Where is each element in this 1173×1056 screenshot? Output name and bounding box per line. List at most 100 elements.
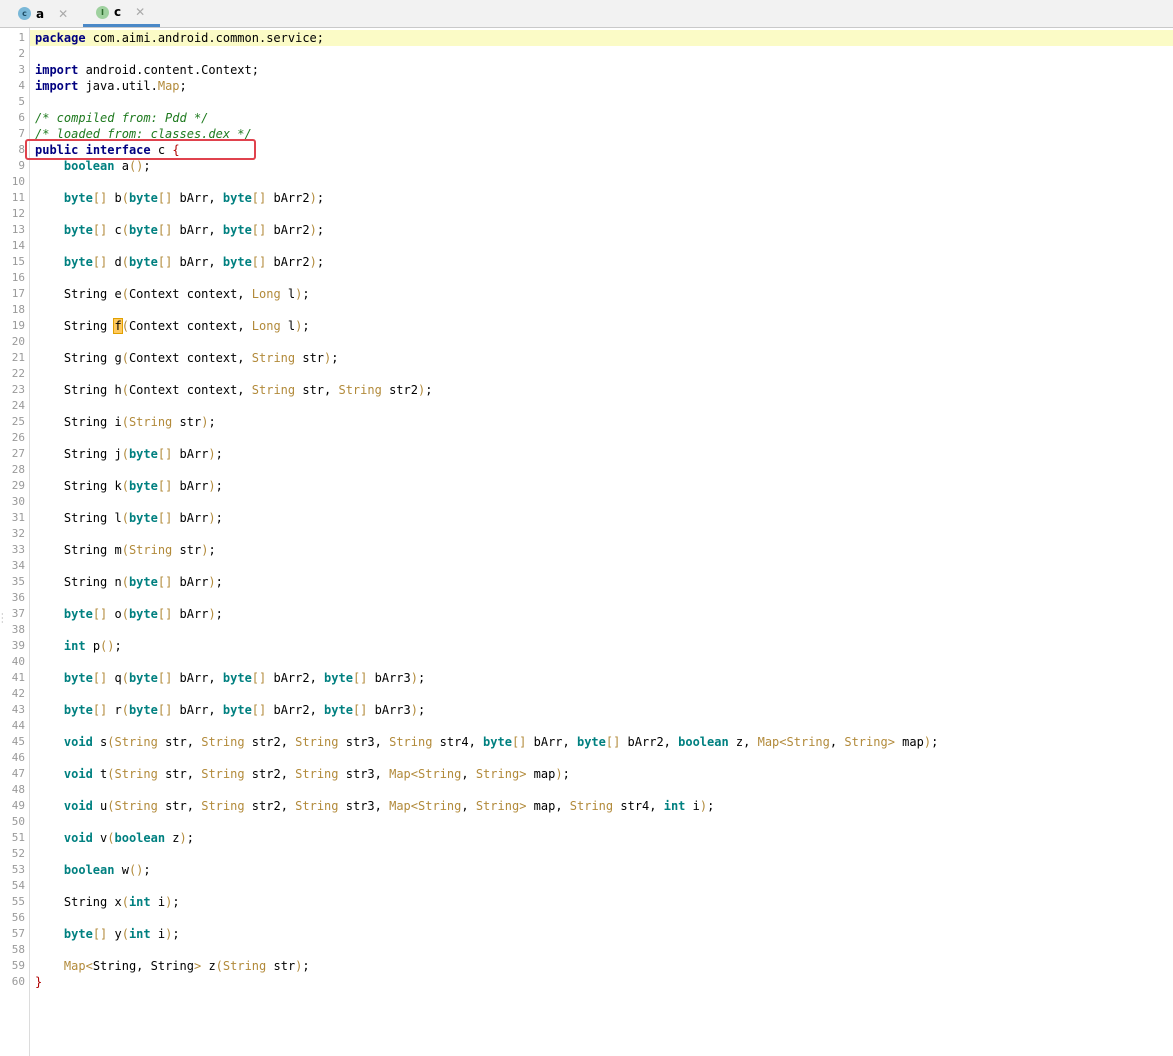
- tab-c-label: c: [114, 5, 122, 19]
- line-number: 21: [11, 351, 25, 364]
- tab-a-label: a: [36, 6, 45, 21]
- line-number: 57: [11, 927, 25, 940]
- code-line: String f(Context context, Long l);: [35, 318, 310, 334]
- line-number: 28: [11, 463, 25, 476]
- close-icon[interactable]: ✕: [58, 7, 68, 21]
- code-line: String x(int i);: [35, 895, 180, 909]
- line-number: 36: [11, 591, 25, 604]
- line-number: 19: [11, 319, 25, 332]
- line-number: 33: [11, 543, 25, 556]
- code-line: byte[] r(byte[] bArr, byte[] bArr2, byte…: [63, 703, 426, 717]
- line-number: 35: [11, 575, 25, 588]
- line-number: 1: [18, 31, 25, 44]
- line-number: 17: [11, 287, 25, 300]
- code-line: String i(String str);: [35, 415, 216, 429]
- code-line: int p();: [63, 639, 122, 653]
- line-number: 18: [11, 303, 25, 316]
- line-number: 20: [11, 335, 25, 348]
- line-number: 23: [11, 383, 25, 396]
- line-number: 34: [11, 559, 25, 572]
- code-line: String h(Context context, String str, St…: [35, 383, 433, 397]
- line-number: 54: [11, 879, 25, 892]
- line-number: 30: [11, 495, 25, 508]
- line-number: 50: [11, 815, 25, 828]
- code-line: byte[] b(byte[] bArr, byte[] bArr2);: [63, 191, 325, 205]
- code-line: void t(String str, String str2, String s…: [63, 767, 570, 781]
- line-number: 25: [11, 415, 25, 428]
- code-line: byte[] q(byte[] bArr, byte[] bArr2, byte…: [63, 671, 426, 685]
- line-number: 37: [11, 607, 25, 620]
- editor-tab-bar: c a ✕ I c ✕: [0, 0, 1173, 28]
- line-number: 48: [11, 783, 25, 796]
- code-line: String k(byte[] bArr);: [35, 479, 223, 493]
- line-number: 7: [18, 127, 25, 140]
- code-line: void u(String str, String str2, String s…: [63, 799, 715, 813]
- code-line: byte[] c(byte[] bArr, byte[] bArr2);: [63, 223, 325, 237]
- line-number: 60: [11, 975, 25, 988]
- code-line: String l(byte[] bArr);: [35, 511, 223, 525]
- line-number: 42: [11, 687, 25, 700]
- code-line: String g(Context context, String str);: [35, 351, 339, 365]
- line-number-gutter: 1 2 3 4 5 6 7 8 9 10 11 12 13 14 15 16 17 18 19 20 21 22 23 24 2…: [0, 28, 30, 1056]
- line-number: 49: [11, 799, 25, 812]
- line-number: 39: [11, 639, 25, 652]
- code-line: import java.util.Map;: [35, 79, 187, 93]
- code-line: void v(boolean z);: [63, 831, 194, 845]
- line-number: 2: [18, 47, 25, 60]
- tab-a[interactable]: c a ✕: [18, 0, 88, 27]
- line-number: 47: [11, 767, 25, 780]
- line-number: 58: [11, 943, 25, 956]
- line-number: 52: [11, 847, 25, 860]
- line-number: 15: [11, 255, 25, 268]
- code-line: Map<String, String> z(String str);: [63, 959, 310, 973]
- line-number: 11: [11, 191, 25, 204]
- line-number: 59: [11, 959, 25, 972]
- code-line: boolean a();: [63, 159, 151, 173]
- line-number: 5: [18, 95, 25, 108]
- line-number: 3: [18, 63, 25, 76]
- code-line: String m(String str);: [35, 543, 216, 557]
- line-number: 29: [11, 479, 25, 492]
- line-number: 22: [11, 367, 25, 380]
- line-number: 46: [11, 751, 25, 764]
- class-icon: c: [18, 7, 31, 20]
- line-number: 12: [11, 207, 25, 220]
- code-line: byte[] y(int i);: [63, 927, 180, 941]
- code-line: void s(String str, String str2, String s…: [63, 735, 939, 749]
- code-line: package com.aimi.android.common.service;: [35, 31, 324, 45]
- code-line: byte[] o(byte[] bArr);: [63, 607, 223, 621]
- code-line: }: [35, 975, 43, 989]
- line-number: 32: [11, 527, 25, 540]
- line-number: 51: [11, 831, 25, 844]
- splitter-handle[interactable]: · · ·: [1, 611, 4, 627]
- code-line: String n(byte[] bArr);: [35, 575, 223, 589]
- line-number: 40: [11, 655, 25, 668]
- line-number: 53: [11, 863, 25, 876]
- line-number: 6: [18, 111, 25, 124]
- line-number: 13: [11, 223, 25, 236]
- code-editor[interactable]: package com.aimi.android.common.service;…: [30, 28, 1173, 1056]
- line-number: 8: [18, 143, 25, 156]
- highlight-annotation-box: [25, 139, 256, 160]
- line-number: 10: [11, 175, 25, 188]
- code-line: boolean w();: [63, 863, 151, 877]
- line-number: 4: [18, 79, 25, 92]
- line-number: 44: [11, 719, 25, 732]
- line-number: 56: [11, 911, 25, 924]
- line-number: 14: [11, 239, 25, 252]
- line-number: 41: [11, 671, 25, 684]
- line-number: 27: [11, 447, 25, 460]
- line-number: 38: [11, 623, 25, 636]
- line-number: 26: [11, 431, 25, 444]
- code-line: import android.content.Context;: [35, 63, 259, 77]
- line-number: 16: [11, 271, 25, 284]
- tab-c[interactable]: I c ✕: [83, 0, 160, 27]
- interface-icon: I: [96, 5, 109, 19]
- code-line: /* compiled from: Pdd */: [35, 111, 209, 125]
- code-line: String e(Context context, Long l);: [35, 287, 310, 301]
- line-number: 55: [11, 895, 25, 908]
- line-number: 31: [11, 511, 25, 524]
- close-icon[interactable]: ✕: [135, 5, 145, 19]
- line-number: 45: [11, 735, 25, 748]
- line-number: 24: [11, 399, 25, 412]
